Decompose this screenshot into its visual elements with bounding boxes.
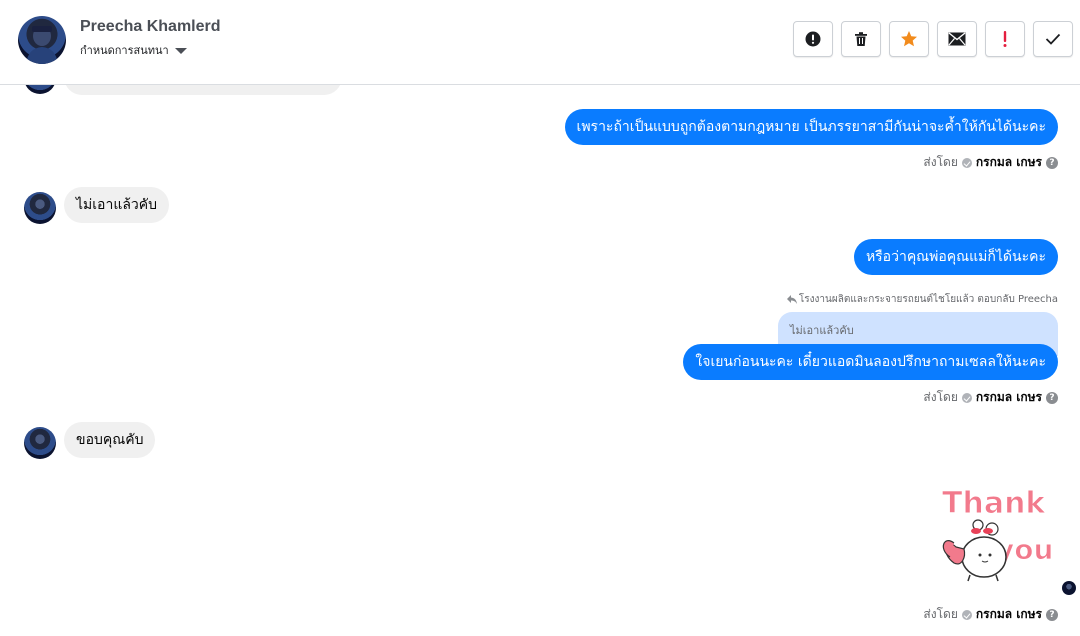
- message-thread[interactable]: เพราะถ้าเป็นแบบถูกต้องตามกฎหมาย เป็นภรรย…: [0, 85, 1080, 636]
- caret-down-icon: [174, 48, 187, 54]
- sender-name[interactable]: กรกมล เกษร: [976, 605, 1042, 624]
- alert-circle-icon: [805, 31, 821, 47]
- sticker-text-thank: Thank: [942, 486, 1046, 521]
- delete-button[interactable]: [841, 21, 881, 57]
- conversation-toolbar: [793, 21, 1073, 57]
- contact-name[interactable]: Preecha Khamlerd: [80, 18, 221, 36]
- contact-avatar-small: [24, 427, 56, 459]
- checkmark-icon: [1045, 33, 1061, 45]
- help-icon[interactable]: ?: [1046, 156, 1058, 169]
- help-icon[interactable]: ?: [1046, 608, 1058, 621]
- star-icon: [901, 31, 917, 47]
- envelope-icon: [948, 32, 966, 46]
- sent-by-info: ส่งโดย กรกมล เกษร ?: [923, 605, 1058, 624]
- exclamation-icon: [1003, 31, 1007, 47]
- follow-up-button[interactable]: [985, 21, 1025, 57]
- verified-icon: [961, 392, 972, 403]
- conversation-header: Preecha Khamlerd กำหนดการสนทนา: [0, 0, 1080, 85]
- reply-context-text: โรงงานผลิตและกระจายรถยนต์ไชโยแล้ว ตอบกลั…: [798, 294, 1058, 305]
- mark-spam-button[interactable]: [793, 21, 833, 57]
- contact-avatar-small: [24, 192, 56, 224]
- outgoing-message[interactable]: ใจเยนก่อนนะคะ เดี๋ยวแอดมินลองปรึกษาถามเซ…: [683, 344, 1058, 380]
- verified-icon: [961, 609, 972, 620]
- outgoing-message[interactable]: เพราะถ้าเป็นแบบถูกต้องตามกฎหมาย เป็นภรรย…: [564, 109, 1058, 145]
- sent-by-label: ส่งโดย: [923, 155, 958, 169]
- sent-by-info: ส่งโดย กรกมล เกษร ?: [923, 153, 1058, 172]
- mark-unread-button[interactable]: [937, 21, 977, 57]
- sender-name[interactable]: กรกมล เกษร: [976, 388, 1042, 407]
- outgoing-message[interactable]: หรือว่าคุณพ่อคุณแม่ก็ได้นะคะ: [853, 239, 1058, 275]
- sent-by-label: ส่งโดย: [923, 390, 958, 404]
- mark-done-button[interactable]: [1033, 21, 1073, 57]
- verified-icon: [961, 157, 972, 168]
- trash-icon: [855, 32, 867, 46]
- reply-arrow-icon: [786, 295, 797, 304]
- read-receipt-avatar: [1062, 581, 1076, 595]
- contact-avatar[interactable]: [18, 16, 66, 64]
- assign-conversation-dropdown[interactable]: กำหนดการสนทนา: [80, 41, 187, 59]
- help-icon[interactable]: ?: [1046, 391, 1058, 404]
- sender-name[interactable]: กรกมล เกษร: [976, 153, 1042, 172]
- star-button[interactable]: [889, 21, 929, 57]
- incoming-message[interactable]: ขอบคุณคับ: [64, 422, 156, 458]
- assign-conversation-label: กำหนดการสนทนา: [80, 44, 169, 57]
- incoming-message-clipped[interactable]: [64, 85, 342, 95]
- incoming-message[interactable]: ไม่เอาแล้วคับ: [64, 187, 170, 223]
- thank-you-sticker[interactable]: Thank you: [936, 483, 1060, 583]
- sent-by-label: ส่งโดย: [923, 607, 958, 621]
- reply-context: โรงงานผลิตและกระจายรถยนต์ไชโยแล้ว ตอบกลั…: [786, 292, 1058, 307]
- sent-by-info: ส่งโดย กรกมล เกษร ?: [923, 388, 1058, 407]
- contact-avatar-small: [24, 85, 56, 94]
